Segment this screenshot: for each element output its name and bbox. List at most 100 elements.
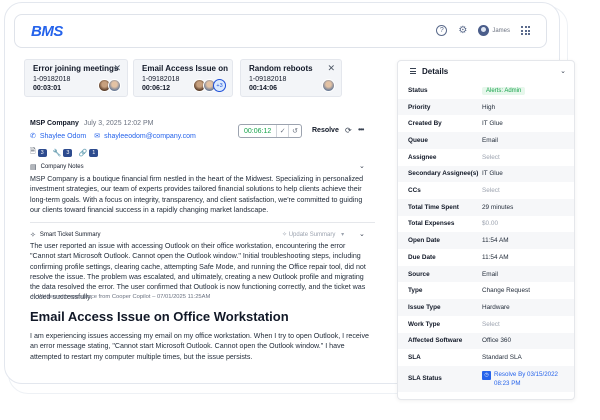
detail-label: Priority <box>408 103 431 111</box>
user-name: James <box>492 27 510 34</box>
links-count[interactable]: 🔗 1 <box>78 148 99 157</box>
links-count-badge: 1 <box>89 148 99 157</box>
detail-value: IT Glue <box>482 120 503 128</box>
document-icon: 🗎 <box>30 148 36 155</box>
detail-value: 29 minutes <box>482 203 514 211</box>
ticket-tab-2[interactable]: Email Access Issue on O... 1-09182018 00… <box>133 59 233 97</box>
gear-icon[interactable]: ⚙ <box>458 25 467 36</box>
more-options-icon[interactable]: ••• <box>358 125 364 134</box>
user-menu[interactable]: James <box>478 25 510 36</box>
detail-queue[interactable]: Queue Email <box>398 132 574 149</box>
documents-count[interactable]: 🗎 3 <box>30 147 47 158</box>
tab-title: Error joining meetings <box>33 64 119 73</box>
contact-row: ✆ Shaylee Odom ✉ shayleeodom@company.com <box>30 132 196 141</box>
close-icon[interactable]: ✕ <box>113 63 121 74</box>
company-notes-header[interactable]: ▤ Company Notes <box>30 163 84 171</box>
detail-due-date[interactable]: Due Date 11:54 AM <box>398 249 574 266</box>
ticket-description: I am experiencing issues accessing my em… <box>30 332 369 361</box>
detail-label: Secondary Assignee(s) <box>408 170 479 178</box>
check-icon[interactable]: ✓ <box>277 125 290 137</box>
more-assignees-badge[interactable]: +3 <box>213 79 226 92</box>
list-icon <box>410 68 416 74</box>
wrench-icon: 🔧 <box>52 149 62 157</box>
detail-open-date[interactable]: Open Date 11:54 AM <box>398 232 574 249</box>
detail-value: Office 360 <box>482 337 512 345</box>
timer-value: 00:06:12 <box>239 125 278 137</box>
sla-resolve-by: Resolve By 03/15/2022 <box>494 370 558 378</box>
chevron-down-icon[interactable]: ⌄ <box>359 230 365 238</box>
documents-count-badge: 3 <box>37 148 47 157</box>
detail-source[interactable]: Source Email <box>398 265 574 283</box>
tab-timer: 00:14:06 <box>249 85 278 92</box>
detail-affected-software[interactable]: Affected Software Office 360 <box>398 332 574 350</box>
resolve-button[interactable]: Resolve <box>312 127 339 134</box>
ticket-tab-1[interactable]: Error joining meetings 1-09182018 00:03:… <box>24 59 128 97</box>
tasks-count[interactable]: 🔧 3 <box>52 148 73 157</box>
close-icon[interactable]: ✕ <box>327 63 335 74</box>
apps-grid-icon[interactable] <box>521 26 530 35</box>
detail-type[interactable]: Type Change Request <box>398 282 574 299</box>
detail-work-type[interactable]: Work Type Select <box>398 316 574 333</box>
chevron-down-icon[interactable]: ⌄ <box>359 162 365 170</box>
dropdown-icon[interactable]: ▾ <box>341 232 344 238</box>
detail-priority[interactable]: Priority High <box>398 98 574 116</box>
detail-secondary-assignee[interactable]: Secondary Assignee(s) IT Glue <box>398 165 574 183</box>
copilot-attribution-text: Written with assistance from Cooper Copi… <box>37 294 211 300</box>
avatar <box>322 79 335 92</box>
help-icon[interactable]: ? <box>436 25 448 36</box>
app-logo[interactable]: BMS <box>31 23 63 40</box>
sla-resolve-time: 08:23 PM <box>494 379 521 387</box>
tab-title: Email Access Issue on O... <box>142 64 230 73</box>
detail-label: Affected Software <box>408 337 463 345</box>
detail-label: SLA Status <box>408 375 442 383</box>
sparkle-icon: ✧ <box>30 294 35 300</box>
ticket-date: July 3, 2025 12:02 PM <box>83 120 154 127</box>
detail-status[interactable]: Status Alerts: Admin <box>398 82 574 99</box>
ticket-tab-3[interactable]: Random reboots 1-09182018 00:14:06 ✕ <box>240 59 342 97</box>
detail-sla[interactable]: SLA Standard SLA <box>398 349 574 366</box>
detail-issue-type[interactable]: Issue Type Hardware <box>398 299 574 316</box>
undo-icon[interactable]: ↺ <box>289 125 301 137</box>
update-summary-button[interactable]: ✧ Update Summary ▾ <box>282 231 344 238</box>
detail-value: IT Glue <box>482 170 503 178</box>
tab-avatars <box>98 79 121 92</box>
detail-label: Created By <box>408 120 442 128</box>
detail-value: Email <box>482 136 498 144</box>
detail-sla-status[interactable]: SLA Status ◷ Resolve By 03/15/2022 08:23… <box>398 365 574 392</box>
ticket-timer: 00:06:12 ✓ ↺ <box>238 124 302 138</box>
detail-value: Change Request <box>482 287 530 295</box>
refresh-icon[interactable]: ⟳ <box>345 126 352 135</box>
sparkle-icon: ✧ <box>30 232 36 239</box>
status-badge[interactable]: Alerts: Admin <box>482 86 526 95</box>
detail-value: Select <box>482 320 500 328</box>
tab-avatars <box>322 79 335 92</box>
contact-email-link[interactable]: shayleeodom@company.com <box>104 133 196 140</box>
header-actions: ? ⚙ James <box>436 25 530 36</box>
smart-summary-header[interactable]: ✧ Smart Ticket Summary <box>30 231 101 239</box>
company-name[interactable]: MSP Company <box>30 120 79 127</box>
detail-value: 11:54 AM <box>482 253 509 261</box>
detail-value: $0.00 <box>482 220 498 228</box>
divider <box>30 222 375 223</box>
detail-label: Work Type <box>408 320 441 328</box>
detail-label: CCs <box>408 187 421 195</box>
avatar <box>478 25 490 36</box>
detail-total-expenses[interactable]: Total Expenses $0.00 <box>398 216 574 233</box>
detail-assignee[interactable]: Assignee Select <box>398 149 574 166</box>
notes-icon: ▤ <box>30 164 37 171</box>
detail-label: Open Date <box>408 237 440 245</box>
tab-ticket-id: 1-09182018 <box>249 76 287 83</box>
detail-total-time[interactable]: Total Time Spent 29 minutes <box>398 198 574 216</box>
details-header[interactable]: Details <box>398 61 574 81</box>
detail-ccs[interactable]: CCs Select <box>398 182 574 199</box>
detail-value: Standard SLA <box>482 354 522 362</box>
company-notes-label: Company Notes <box>40 164 84 170</box>
detail-label: Status <box>408 86 428 94</box>
chevron-down-icon[interactable]: ⌄ <box>560 67 566 75</box>
detail-label: Source <box>408 270 430 278</box>
detail-created-by[interactable]: Created By IT Glue <box>398 115 574 132</box>
phone-icon[interactable]: ✆ <box>30 132 36 140</box>
sparkle-icon: ✧ <box>282 232 289 238</box>
contact-name-link[interactable]: Shaylee Odom <box>40 133 86 140</box>
mail-icon[interactable]: ✉ <box>94 132 100 140</box>
